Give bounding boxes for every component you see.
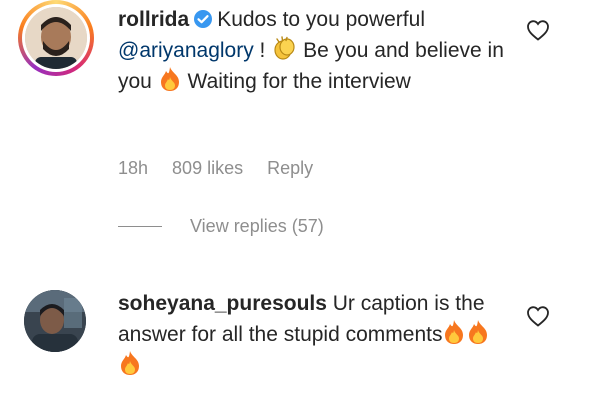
fire-emoji [445, 320, 464, 344]
comment-text: soheyana_puresouls Ur caption is the ans… [118, 288, 508, 381]
comment: soheyana_puresouls Ur caption is the ans… [0, 282, 600, 402]
comment: rollrida Kudos to you powerful @ariyanag… [0, 0, 600, 236]
comment-text-part: Waiting for the interview [181, 70, 411, 93]
like-heart-icon[interactable] [526, 19, 550, 41]
avatar[interactable] [24, 290, 86, 352]
avatar-image [24, 290, 86, 352]
avatar-image [25, 7, 87, 69]
like-heart-icon[interactable] [526, 305, 550, 327]
fire-emoji [469, 320, 488, 344]
view-replies-label[interactable]: View replies (57) [190, 216, 324, 237]
reply-button[interactable]: Reply [267, 158, 313, 179]
fire-emoji [121, 351, 139, 375]
comment-text: rollrida Kudos to you powerful @ariyanag… [118, 4, 508, 97]
replies-divider [118, 226, 162, 227]
avatar-story-ring[interactable] [18, 0, 94, 76]
username[interactable]: rollrida [118, 8, 189, 31]
likes-count[interactable]: 809 likes [172, 158, 243, 179]
comment-text-part: ! [253, 39, 272, 62]
view-replies-button[interactable]: View replies (57) [118, 216, 324, 237]
clapping-hands-emoji [274, 36, 295, 60]
fire-emoji [160, 67, 179, 91]
comment-meta: 18h 809 likes Reply [118, 158, 313, 179]
comment-time: 18h [118, 158, 149, 178]
comment-text-part: Kudos to you powerful [217, 8, 425, 31]
username[interactable]: soheyana_puresouls [118, 292, 327, 315]
mention-link[interactable]: @ariyanaglory [118, 39, 254, 62]
verified-badge-icon [194, 10, 213, 28]
avatar[interactable] [25, 7, 87, 69]
